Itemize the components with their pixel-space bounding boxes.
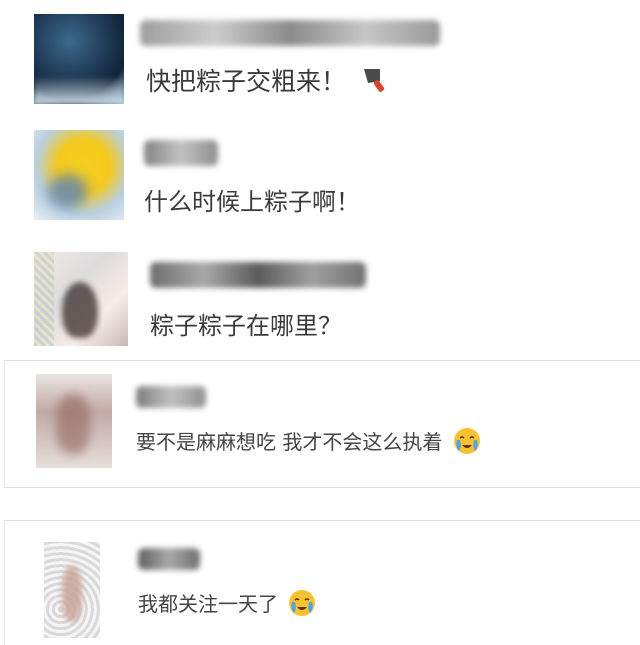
comment-text-content: 什么时候上粽子啊！ xyxy=(144,188,360,216)
avatar[interactable] xyxy=(44,542,100,638)
username-redacted xyxy=(144,140,218,166)
comment-item: 粽子粽子在哪里？ xyxy=(0,240,640,360)
avatar[interactable] xyxy=(34,252,128,346)
avatar[interactable] xyxy=(36,374,112,468)
comment-text: 快把粽子交粗来！ xyxy=(146,62,392,101)
comment-text: 我都关注一天了 xyxy=(138,588,316,622)
username-redacted xyxy=(150,262,366,288)
comment-text-content: 粽子粽子在哪里？ xyxy=(150,312,342,340)
crying-face-icon xyxy=(288,589,316,622)
comment-text-content: 要不是麻麻想吃 我才不会这么执着 xyxy=(136,430,443,454)
comment-item: 什么时候上粽子啊！ xyxy=(0,118,640,240)
username-redacted xyxy=(140,20,440,46)
comment-text-content: 我都关注一天了 xyxy=(138,592,278,616)
username-redacted xyxy=(136,386,206,408)
comment-item: 快把粽子交粗来！ xyxy=(0,0,640,118)
comment-text: 粽子粽子在哪里？ xyxy=(150,306,342,341)
comment-text: 要不是麻麻想吃 我才不会这么执着 xyxy=(136,426,481,460)
crying-face-icon xyxy=(453,427,481,460)
comment-text: 什么时候上粽子啊！ xyxy=(144,182,360,217)
comment-text-content: 快把粽子交粗来！ xyxy=(146,67,347,96)
comment-item: 我都关注一天了 xyxy=(0,520,640,642)
cleaver-knife-icon xyxy=(358,65,392,101)
avatar[interactable] xyxy=(34,130,124,220)
username-redacted xyxy=(138,548,200,570)
comment-item: 要不是麻麻想吃 我才不会这么执着 xyxy=(0,360,640,486)
avatar[interactable] xyxy=(34,14,124,104)
